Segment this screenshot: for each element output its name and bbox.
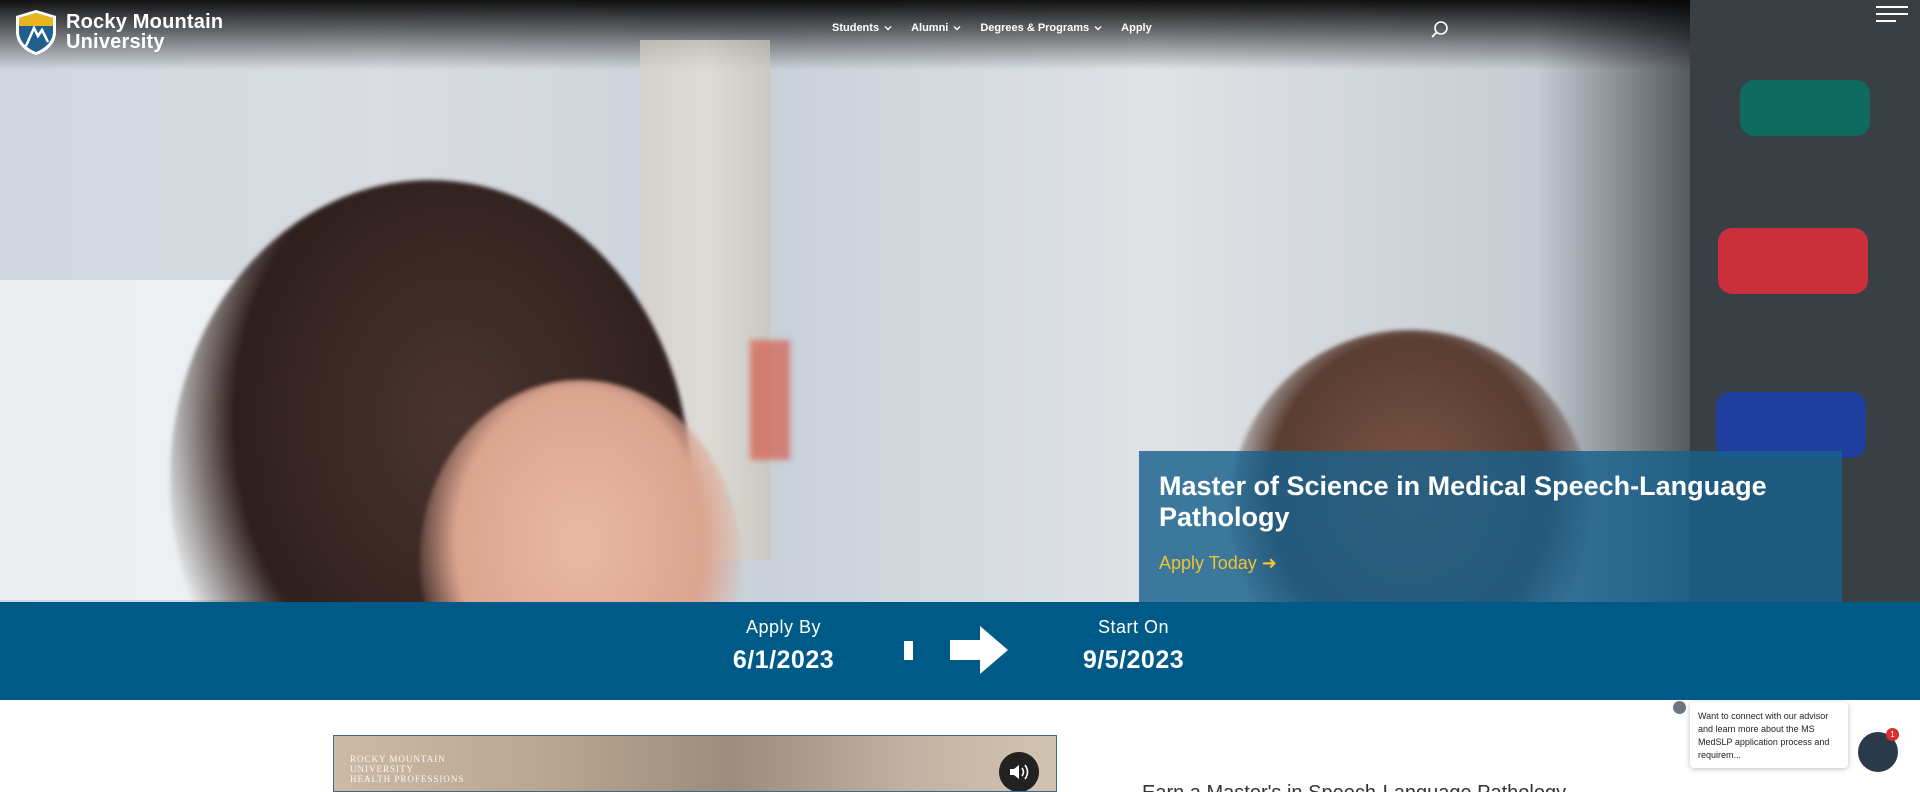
video-logo-line: UNIVERSITY — [350, 764, 414, 774]
volume-icon[interactable] — [999, 752, 1039, 792]
program-video[interactable]: ROCKY MOUNTAIN UNIVERSITY HEALTH PROFESS… — [333, 735, 1057, 792]
nav-item-students[interactable]: Students — [832, 22, 893, 34]
start-on-label: Start On — [1097, 617, 1170, 637]
logo-line2: University — [66, 31, 165, 53]
arrow-tail — [904, 641, 913, 660]
nav-label: Alumni — [911, 22, 949, 34]
program-card: Master of Science in Medical Speech-Lang… — [1139, 451, 1842, 602]
chevron-down-icon — [884, 26, 892, 31]
dates-band: Apply By 6/1/2023 Start On 9/5/2023 — [0, 602, 1920, 700]
nav-item-alumni[interactable]: Alumni — [911, 22, 962, 34]
logo-wordmark: Rocky Mountain University — [66, 12, 223, 52]
arrow-right-icon — [950, 626, 1008, 674]
section-heading: Earn a Master's in Speech-Language Patho… — [1142, 782, 1566, 792]
apply-by-block: Apply By 6/1/2023 — [716, 617, 851, 675]
chat-message-text: Want to connect with our advisor and lea… — [1698, 711, 1830, 760]
search-icon[interactable] — [1430, 20, 1450, 40]
video-logo-line: ROCKY MOUNTAIN — [350, 754, 446, 764]
nav-item-degrees-programs[interactable]: Degrees & Programs — [980, 22, 1103, 34]
chat-close-icon[interactable] — [1673, 701, 1686, 714]
university-logo[interactable]: Rocky Mountain University — [12, 8, 223, 56]
nav-label: Students — [832, 22, 880, 34]
chevron-down-icon — [1094, 26, 1102, 31]
nav-label: Apply — [1121, 22, 1152, 34]
dumbbell-green — [1740, 80, 1870, 136]
program-title: Master of Science in Medical Speech-Lang… — [1159, 471, 1767, 532]
chat-message-bubble[interactable]: Want to connect with our advisor and lea… — [1690, 702, 1848, 768]
shield-logo-icon — [16, 10, 56, 55]
dumbbell-blue — [1716, 392, 1866, 458]
apply-by-date: 6/1/2023 — [732, 646, 835, 674]
dumbbell-red — [1718, 228, 1868, 294]
apply-by-label: Apply By — [745, 617, 822, 637]
apply-today-link[interactable]: Apply Today ➜ — [1159, 553, 1277, 574]
video-logo-line: HEALTH PROFESSIONS — [350, 774, 465, 784]
logo-line1: Rocky Mountain — [66, 11, 224, 33]
hero-bg-object — [750, 340, 790, 460]
nav-label: Degrees & Programs — [980, 22, 1090, 34]
chevron-down-icon — [953, 26, 961, 31]
nav-item-apply[interactable]: Apply — [1121, 22, 1152, 34]
video-logo: ROCKY MOUNTAIN UNIVERSITY HEALTH PROFESS… — [350, 754, 464, 784]
start-on-date: 9/5/2023 — [1082, 646, 1185, 674]
main-nav: Students Alumni Degrees & Programs Apply — [832, 22, 1152, 34]
hamburger-menu-icon[interactable] — [1876, 6, 1908, 28]
chat-notification-badge: 1 — [1886, 728, 1899, 741]
start-on-block: Start On 9/5/2023 — [1066, 617, 1201, 675]
